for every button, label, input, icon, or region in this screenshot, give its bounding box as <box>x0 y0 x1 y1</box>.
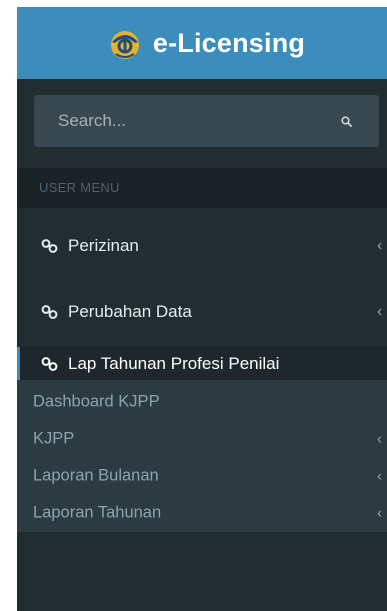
submenu-item-label: KJPP <box>33 429 75 448</box>
submenu-item-laporan-bulanan[interactable]: Laporan Bulanan ‹ <box>17 458 387 494</box>
menu-item-label: Perizinan <box>68 236 139 255</box>
search-icon <box>340 115 352 127</box>
submenu-item-label: Laporan Tahunan <box>33 503 162 522</box>
app-screen: e-Licensing USER MENU Perizinan ‹ <box>0 0 387 611</box>
chevron-left-icon: ‹ <box>377 237 383 254</box>
section-header-label: USER MENU <box>39 180 120 195</box>
chevron-left-icon: ‹ <box>377 504 382 522</box>
menu-item-perizinan[interactable]: Perizinan ‹ <box>17 217 387 275</box>
search-button[interactable] <box>334 109 358 133</box>
submenu-item-laporan-tahunan[interactable]: Laporan Tahunan ‹ <box>17 495 387 531</box>
menu-item-perubahan-data[interactable]: Perubahan Data ‹ <box>17 283 387 341</box>
search-form <box>34 95 379 147</box>
link-icon <box>41 357 58 371</box>
submenu-item-dashboard-kjpp[interactable]: Dashboard KJPP <box>17 384 387 420</box>
submenu-item-label: Dashboard KJPP <box>33 392 160 411</box>
logo-group: e-Licensing <box>107 25 305 61</box>
treeview-submenu: Dashboard KJPP KJPP ‹ Laporan Bulanan ‹ … <box>17 380 387 532</box>
submenu-item-kjpp[interactable]: KJPP ‹ <box>17 421 387 457</box>
menu-item-label: Perubahan Data <box>68 302 192 321</box>
menu-section-header: USER MENU <box>17 168 387 208</box>
emblem-logo-icon <box>110 31 139 59</box>
chevron-left-icon: ‹ <box>377 430 382 448</box>
link-icon <box>41 239 58 253</box>
app-title: e-Licensing <box>152 27 306 58</box>
chevron-left-icon: ‹ <box>377 303 383 320</box>
chevron-left-icon: ‹ <box>377 467 382 485</box>
link-icon <box>41 305 58 319</box>
search-input[interactable] <box>34 95 324 147</box>
app-logo-header[interactable]: e-Licensing <box>17 7 387 79</box>
sidebar: USER MENU Perizinan ‹ Perubahan Data ‹ <box>17 79 387 611</box>
menu-item-label: Lap Tahunan Profesi Penilai <box>68 354 280 373</box>
menu-item-lap-tahunan-profesi-penilai[interactable]: Lap Tahunan Profesi Penilai <box>17 347 387 381</box>
submenu-item-label: Laporan Bulanan <box>33 466 159 485</box>
